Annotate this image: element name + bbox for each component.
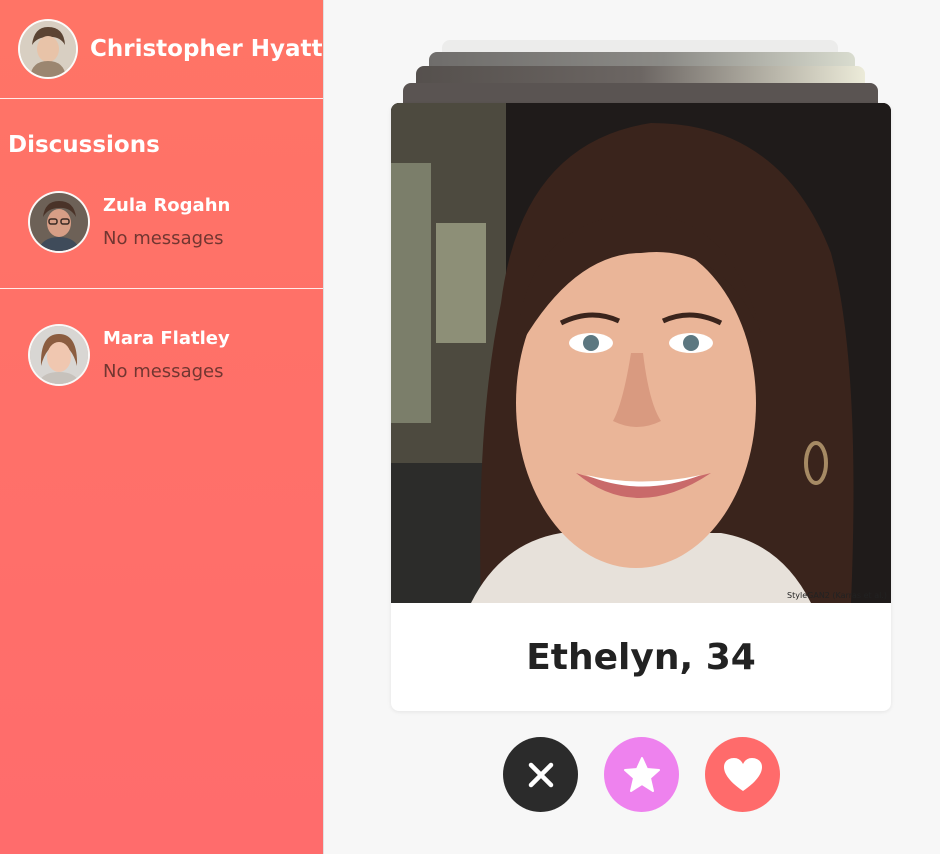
discussion-name: Zula Rogahn	[103, 194, 231, 216]
discussion-preview: No messages	[103, 227, 224, 249]
photo-credit: StyleGAN2 (Karras et al.)	[787, 591, 887, 600]
super-like-button[interactable]	[604, 737, 679, 812]
dislike-button[interactable]	[503, 737, 578, 812]
close-icon	[528, 762, 553, 787]
star-icon	[623, 756, 660, 792]
profile-name-age: Ethelyn, 34	[526, 636, 756, 678]
avatar	[28, 190, 90, 253]
sidebar: Christopher Hyatt Discussions Zula Rogah…	[0, 0, 324, 854]
user-name: Christopher Hyatt	[90, 36, 323, 62]
discussion-item-mara[interactable]: Mara Flatley No messages	[0, 289, 323, 420]
avatar	[28, 323, 90, 386]
discussion-name: Mara Flatley	[103, 327, 230, 349]
profile-card[interactable]: StyleGAN2 (Karras et al.) Ethelyn, 34	[391, 103, 891, 711]
discussions-title: Discussions	[8, 132, 160, 158]
discussion-meta: Mara Flatley No messages	[103, 328, 230, 382]
user-profile[interactable]: Christopher Hyatt	[0, 0, 323, 99]
main-area: StyleGAN2 (Karras et al.) Ethelyn, 34	[325, 0, 940, 854]
heart-icon	[723, 757, 762, 791]
profile-photo: StyleGAN2 (Karras et al.)	[391, 103, 891, 603]
discussion-preview: No messages	[103, 360, 224, 382]
like-button[interactable]	[705, 737, 780, 812]
discussion-meta: Zula Rogahn No messages	[103, 195, 230, 249]
swipe-actions	[503, 737, 780, 812]
user-avatar[interactable]	[18, 19, 78, 79]
discussion-item-zula[interactable]: Zula Rogahn No messages	[0, 155, 323, 289]
